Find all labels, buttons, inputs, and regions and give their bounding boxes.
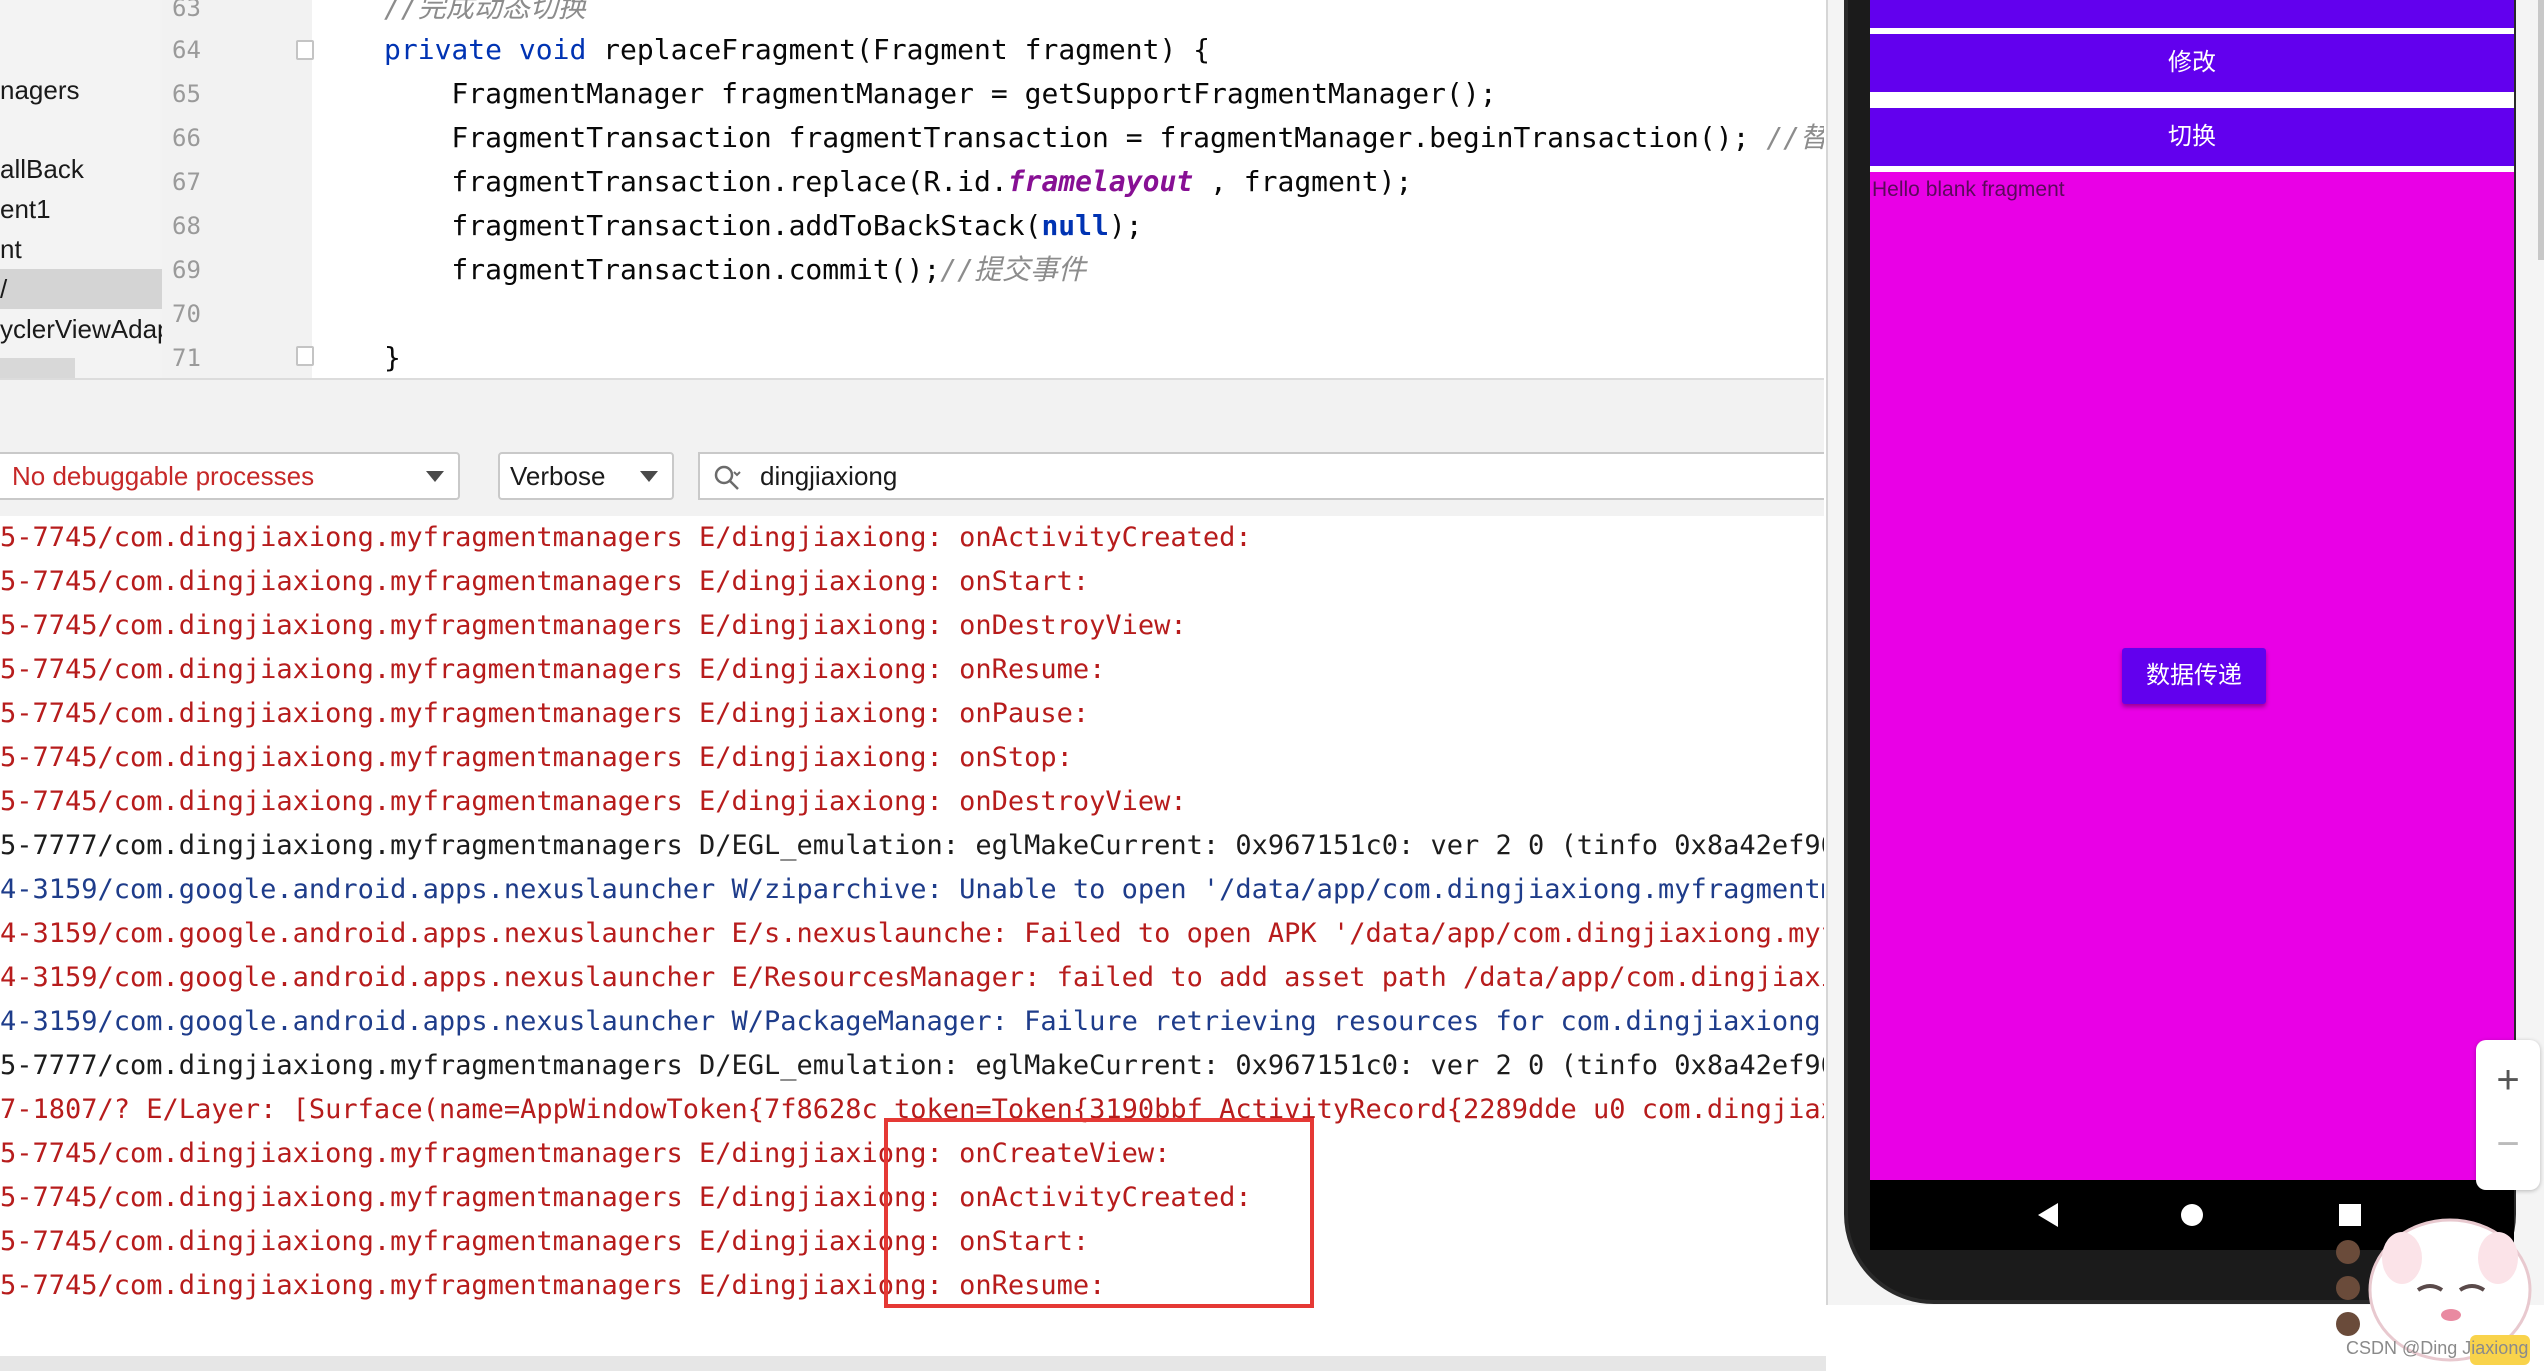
log-line: 5-7745/com.dingjiaxiong.myfragmentmanage… bbox=[0, 1226, 1090, 1257]
code-comment: //替换工作 bbox=[1766, 121, 1824, 154]
code-field: framelayout bbox=[1007, 165, 1194, 198]
log-line: 5-7777/com.dingjiaxiong.myfragmentmanage… bbox=[0, 830, 1824, 861]
log-line: 5-7745/com.dingjiaxiong.myfragmentmanage… bbox=[0, 1182, 1252, 1213]
project-tree-item[interactable]: yclerViewAdap bbox=[0, 309, 162, 349]
code-line-71: } bbox=[384, 341, 401, 374]
app-button-top[interactable] bbox=[1870, 0, 2514, 28]
code-keyword: null bbox=[1041, 209, 1109, 242]
chevron-down-icon bbox=[640, 471, 658, 482]
log-line: 5-7745/com.dingjiaxiong.myfragmentmanage… bbox=[0, 742, 1073, 773]
logcat-output[interactable]: 5-7745/com.dingjiaxiong.myfragmentmanage… bbox=[0, 516, 1824, 1346]
project-tree-item-selected[interactable]: / bbox=[0, 269, 162, 309]
zoom-in-button[interactable]: + bbox=[2476, 1050, 2540, 1110]
log-line: 5-7777/com.dingjiaxiong.myfragmentmanage… bbox=[0, 1050, 1824, 1081]
code-text: ); bbox=[1108, 209, 1143, 242]
code-line-65: FragmentManager fragmentManager = getSup… bbox=[384, 77, 1497, 110]
back-icon[interactable] bbox=[2008, 1180, 2088, 1250]
project-tree-panel: nagers allBack ent1 nt / yclerViewAdap bbox=[0, 0, 162, 378]
code-keyword: void bbox=[518, 33, 587, 66]
log-line: 5-7745/com.dingjiaxiong.myfragmentmanage… bbox=[0, 698, 1090, 729]
home-icon[interactable] bbox=[2152, 1180, 2232, 1250]
code-text: fragmentTransaction.addToBackStack( bbox=[384, 209, 1042, 242]
line-number: 70 bbox=[172, 300, 201, 328]
code-line-66: FragmentTransaction fragmentTransaction … bbox=[384, 116, 1824, 160]
project-tree-item[interactable]: ent1 bbox=[0, 189, 51, 229]
code-text: replaceFragment(Fragment fragment) { bbox=[586, 33, 1211, 66]
line-number: 69 bbox=[172, 256, 201, 284]
process-select[interactable]: No debuggable processes bbox=[0, 452, 460, 500]
line-number: 64 bbox=[172, 36, 201, 64]
process-select-value: No debuggable processes bbox=[12, 461, 315, 491]
log-line: 5-7745/com.dingjiaxiong.myfragmentmanage… bbox=[0, 522, 1252, 553]
log-line: 5-7745/com.dingjiaxiong.myfragmentmanage… bbox=[0, 566, 1090, 597]
code-editor[interactable]: 63 64 65 66 67 68 69 70 71 //完成动态切换 priv… bbox=[162, 0, 1824, 378]
project-tree-item[interactable]: nt bbox=[0, 229, 22, 269]
code-line-64: private void replaceFragment(Fragment fr… bbox=[384, 28, 1210, 72]
line-number: 68 bbox=[172, 212, 201, 240]
code-line-68: fragmentTransaction.addToBackStack(null)… bbox=[384, 204, 1143, 248]
line-number: 67 bbox=[172, 168, 201, 196]
log-line: 5-7745/com.dingjiaxiong.myfragmentmanage… bbox=[0, 610, 1187, 641]
horizontal-scrollbar[interactable] bbox=[0, 1356, 1900, 1371]
log-line: 4-3159/com.google.android.apps.nexuslaun… bbox=[0, 918, 1824, 949]
line-number: 66 bbox=[172, 124, 201, 152]
line-number: 65 bbox=[172, 80, 201, 108]
chevron-down-icon bbox=[426, 471, 444, 482]
phone-screen[interactable] bbox=[1870, 0, 2514, 1180]
log-line: 5-7745/com.dingjiaxiong.myfragmentmanage… bbox=[0, 786, 1187, 817]
code-line-69: fragmentTransaction.commit();//提交事件 bbox=[384, 248, 1086, 292]
modify-button[interactable]: 修改 bbox=[1870, 34, 2514, 92]
fold-marker-icon[interactable] bbox=[296, 346, 314, 366]
data-transfer-button[interactable]: 数据传递 bbox=[2122, 648, 2266, 704]
code-line-67: fragmentTransaction.replace(R.id.framela… bbox=[384, 160, 1412, 204]
fragment-text: Hello blank fragment bbox=[1872, 178, 2065, 201]
horizontal-scrollbar[interactable] bbox=[0, 358, 75, 378]
code-comment: //完成动态切换 bbox=[384, 0, 586, 24]
vertical-scrollbar[interactable] bbox=[2538, 0, 2544, 260]
project-tree-item[interactable]: nagers bbox=[0, 70, 80, 110]
code-text: fragmentTransaction.replace(R.id. bbox=[384, 165, 1008, 198]
log-line: 7-1807/? E/Layer: [Surface(name=AppWindo… bbox=[0, 1094, 1824, 1125]
log-line: 5-7745/com.dingjiaxiong.myfragmentmanage… bbox=[0, 654, 1106, 685]
log-level-value: Verbose bbox=[510, 461, 606, 491]
code-comment: //提交事件 bbox=[940, 253, 1087, 286]
log-line: 5-7745/com.dingjiaxiong.myfragmentmanage… bbox=[0, 1270, 1106, 1301]
watermark-text: CSDN @Ding Jiaxiong bbox=[2346, 1338, 2529, 1358]
log-line: 4-3159/com.google.android.apps.nexuslaun… bbox=[0, 1006, 1824, 1037]
code-text: , fragment); bbox=[1193, 165, 1413, 198]
logcat-toolbar: No debuggable processes Verbose dingjiax… bbox=[0, 436, 1824, 516]
logcat-search-field[interactable]: dingjiaxiong bbox=[698, 452, 1824, 500]
log-line: 4-3159/com.google.android.apps.nexuslaun… bbox=[0, 962, 1824, 993]
log-level-select[interactable]: Verbose bbox=[498, 452, 674, 500]
log-line: 4-3159/com.google.android.apps.nexuslaun… bbox=[0, 874, 1824, 905]
log-line: 5-7745/com.dingjiaxiong.myfragmentmanage… bbox=[0, 1138, 1171, 1169]
fold-marker-icon[interactable] bbox=[296, 40, 314, 60]
code-text: fragmentTransaction.commit(); bbox=[384, 253, 941, 286]
panel-divider[interactable] bbox=[0, 378, 1824, 438]
switch-button[interactable]: 切换 bbox=[1870, 108, 2514, 166]
search-icon[interactable] bbox=[712, 463, 742, 493]
line-number: 71 bbox=[172, 344, 201, 372]
search-input-value[interactable]: dingjiaxiong bbox=[760, 454, 897, 498]
code-text: FragmentTransaction fragmentTransaction … bbox=[384, 121, 1767, 154]
line-number: 63 bbox=[172, 0, 201, 22]
project-tree-item[interactable]: allBack bbox=[0, 149, 84, 189]
code-keyword: private bbox=[384, 33, 503, 66]
code-line-63: //完成动态切换 bbox=[384, 0, 586, 30]
